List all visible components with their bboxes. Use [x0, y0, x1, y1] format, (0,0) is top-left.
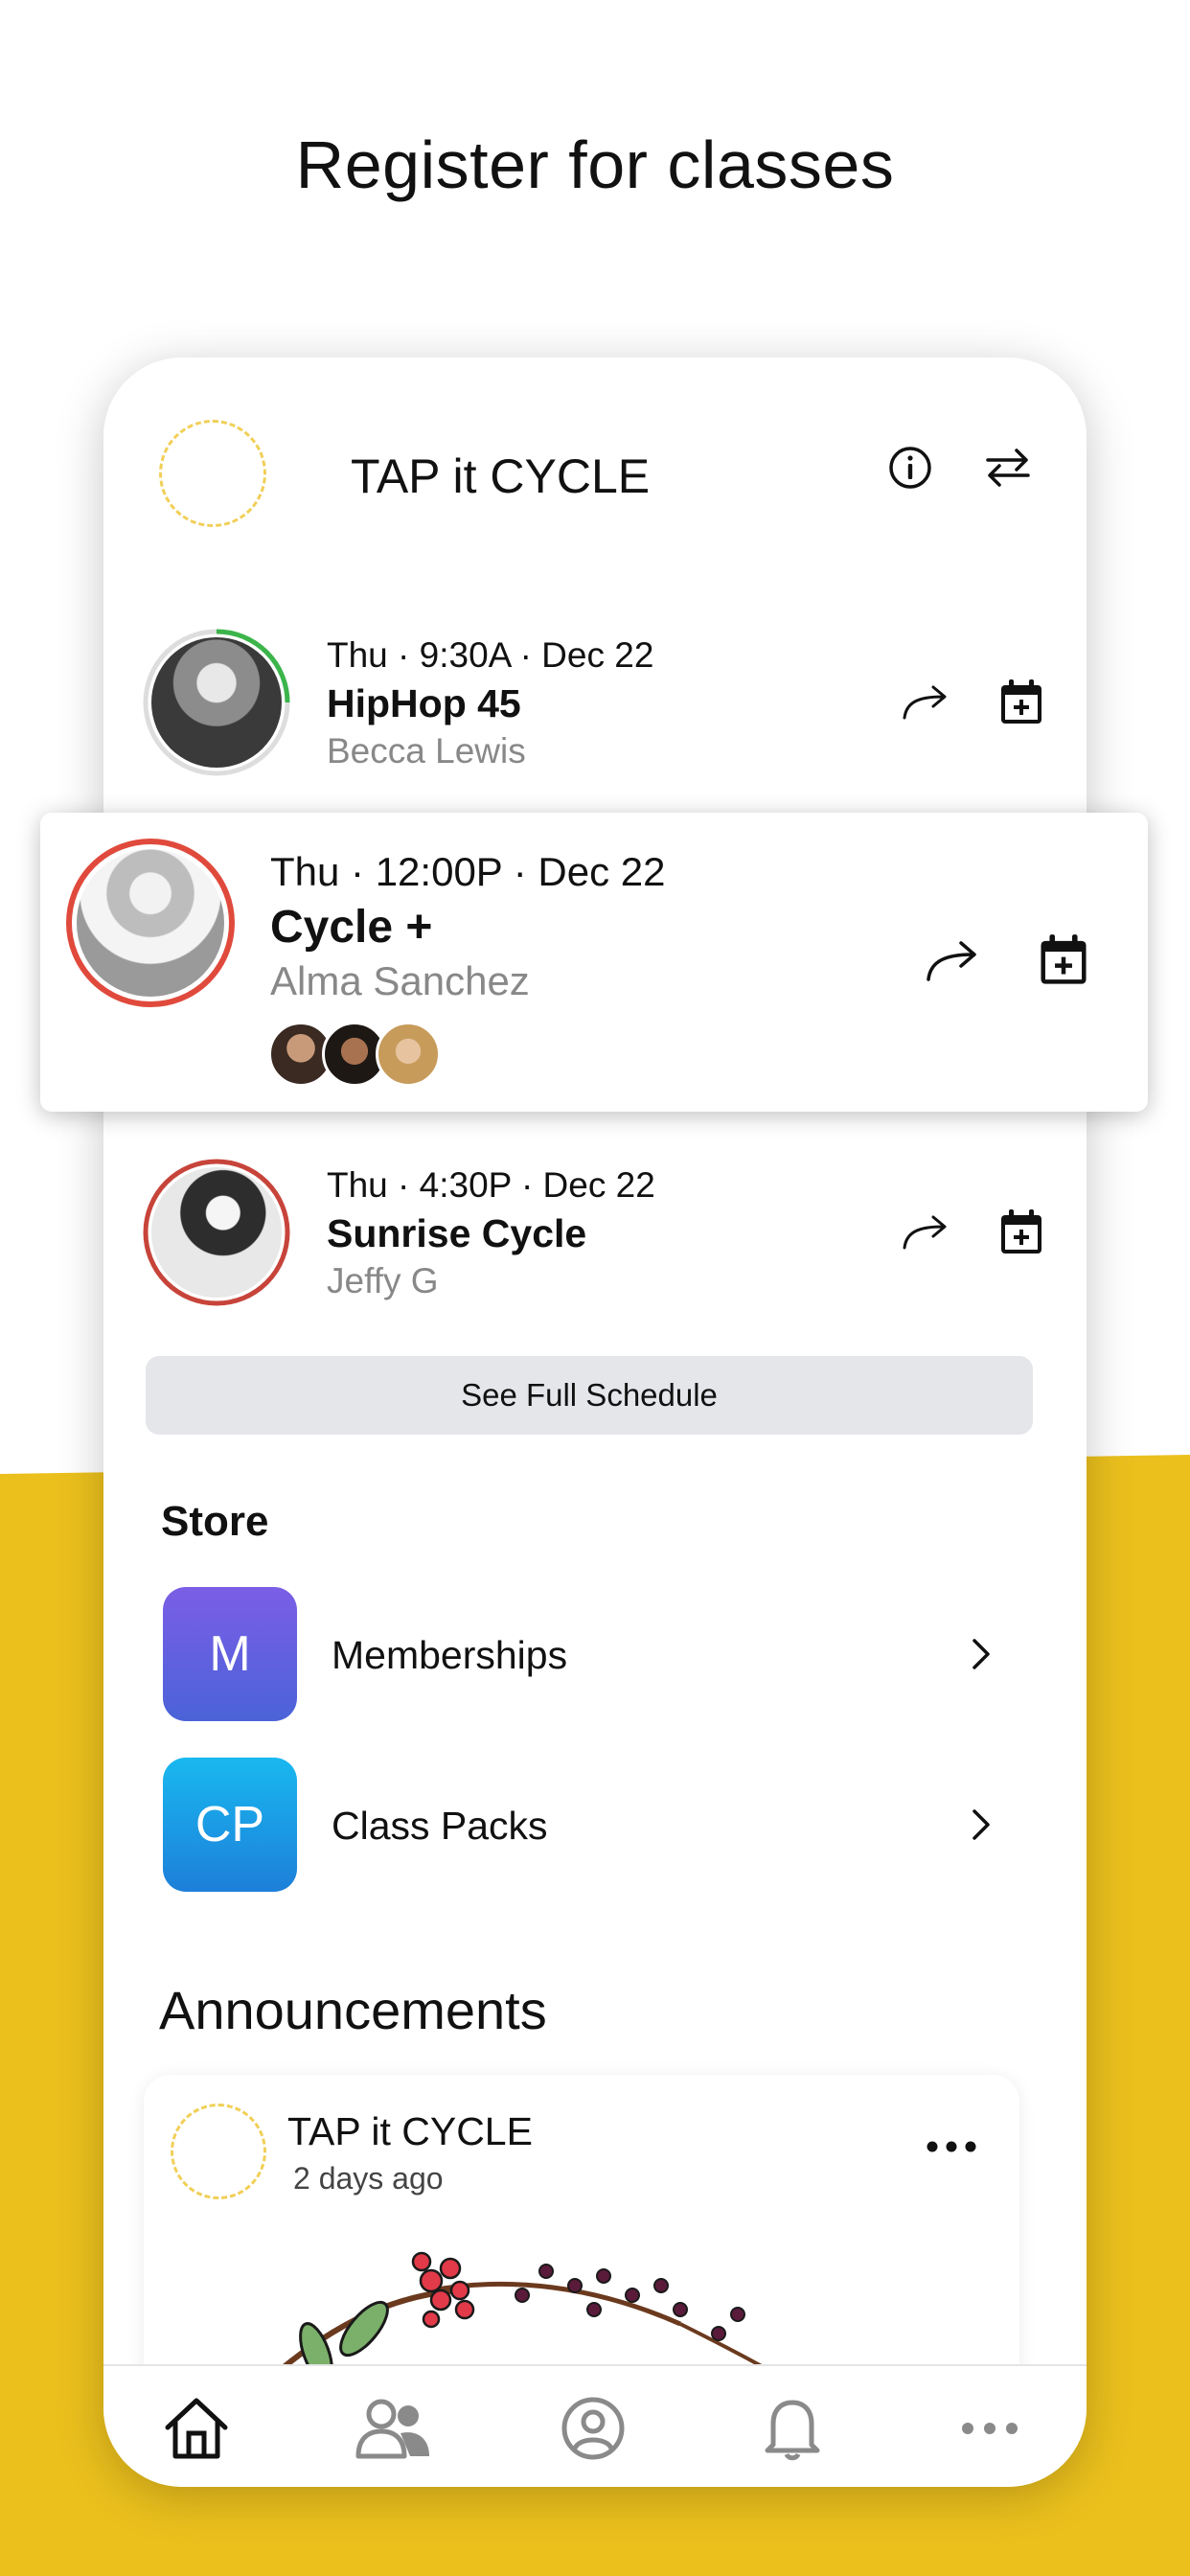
add-to-calendar-icon[interactable] [991, 1202, 1052, 1263]
app-header: TAP it CYCLE [159, 420, 1037, 530]
info-icon[interactable] [881, 439, 939, 496]
add-to-calendar-icon[interactable] [1029, 926, 1098, 995]
share-icon[interactable] [897, 1204, 954, 1261]
store-item-memberships[interactable]: M Memberships [163, 1587, 1006, 1721]
class-instructor: Jeffy G [327, 1261, 439, 1300]
share-icon[interactable] [920, 928, 987, 995]
store-item-label: Memberships [332, 1633, 568, 1677]
class-time: Thu · 4:30P · Dec 22 [327, 1165, 655, 1205]
class-avatar [140, 1156, 293, 1309]
studio-logo [159, 420, 266, 527]
class-title: Sunrise Cycle [327, 1211, 587, 1255]
class-row[interactable]: Thu · 4:30P · Dec 22 Sunrise Cycle Jeffy… [140, 1156, 1060, 1319]
profile-icon[interactable] [550, 2385, 636, 2472]
class-row[interactable]: Thu · 9:30A · Dec 22 HipHop 45 Becca Lew… [140, 626, 1060, 789]
attendee-avatars [268, 1022, 460, 1089]
class-instructor: Becca Lewis [327, 731, 526, 770]
store-item-badge: M [163, 1587, 297, 1721]
swap-icon[interactable] [979, 439, 1037, 496]
announcements-title: Announcements [159, 1980, 547, 2040]
store-item-class-packs[interactable]: CP Class Packs [163, 1758, 1006, 1892]
add-to-calendar-icon[interactable] [991, 672, 1052, 733]
announcement-time: 2 days ago [293, 2161, 444, 2196]
class-title: HipHop 45 [327, 681, 521, 725]
store-item-label: Class Packs [332, 1804, 548, 1848]
bottom-tab-bar [103, 2364, 1087, 2487]
phone-frame: TAP it CYCLE Thu · 9:30A · Dec 22 HipHop… [103, 357, 1087, 2487]
announcement-author-logo [171, 2104, 266, 2199]
class-time: Thu · 12:00P · Dec 22 [270, 849, 666, 894]
studio-name: TAP it CYCLE [351, 449, 651, 503]
class-title: Cycle + [270, 902, 433, 953]
chevron-right-icon [956, 1800, 1006, 1850]
people-icon[interactable] [351, 2385, 437, 2472]
share-icon[interactable] [897, 674, 954, 731]
more-icon[interactable] [947, 2385, 1033, 2472]
page-headline: Register for classes [295, 127, 895, 202]
attendee-avatar [376, 1022, 441, 1087]
class-avatar [140, 626, 293, 779]
bell-icon[interactable] [749, 2385, 835, 2472]
instructor-photo [151, 637, 282, 768]
store-item-badge: CP [163, 1758, 297, 1892]
chevron-right-icon [956, 1629, 1006, 1679]
featured-class-card[interactable]: Thu · 12:00P · Dec 22 Cycle + Alma Sanch… [40, 813, 1148, 1112]
class-instructor: Alma Sanchez [270, 958, 530, 1003]
instructor-photo [151, 1167, 282, 1298]
announcement-author: TAP it CYCLE [287, 2109, 533, 2153]
class-avatar [63, 836, 238, 1010]
class-time: Thu · 9:30A · Dec 22 [327, 635, 654, 675]
instructor-photo [77, 849, 224, 997]
store-title: Store [161, 1498, 269, 1545]
more-options-icon[interactable] [918, 2132, 985, 2161]
see-full-schedule-button[interactable]: See Full Schedule [146, 1356, 1033, 1435]
home-icon[interactable] [153, 2385, 240, 2472]
